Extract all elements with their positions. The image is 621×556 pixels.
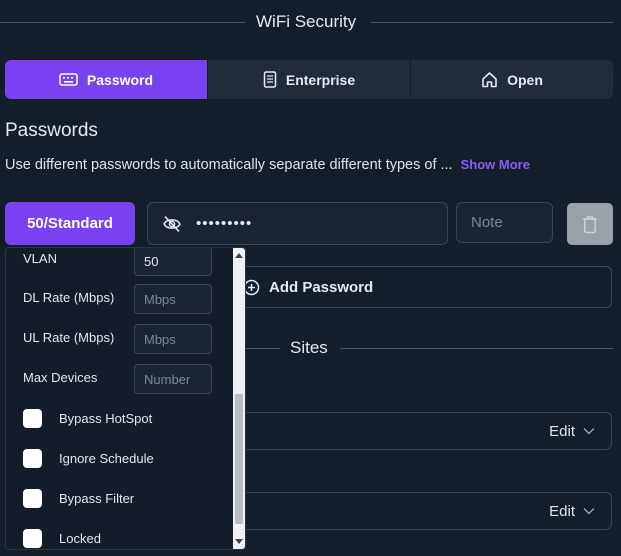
section-divider-left [0, 22, 246, 23]
sites-title: Sites [290, 338, 328, 357]
add-password-label: Add Password [269, 278, 374, 296]
tab-open-label: Open [507, 71, 543, 88]
locked-checkbox[interactable]: Locked [23, 529, 101, 548]
dropdown-scrollbar[interactable] [233, 248, 245, 549]
checkbox-label: Ignore Schedule [59, 451, 154, 466]
chevron-down-icon [583, 427, 595, 435]
home-icon [481, 71, 498, 88]
scrollbar-thumb[interactable] [235, 394, 243, 524]
edit-label[interactable]: Edit [549, 423, 575, 440]
checkbox-label: Locked [59, 531, 101, 546]
chevron-down-icon [583, 507, 595, 515]
checkbox-box[interactable] [23, 529, 42, 548]
description-text: Use different passwords to automatically… [5, 157, 453, 173]
note-input[interactable]: Note [456, 202, 553, 243]
passwords-heading: Passwords [5, 120, 98, 141]
checkbox-box[interactable] [23, 449, 42, 468]
trash-icon [582, 215, 598, 234]
ul-rate-input[interactable]: Mbps [134, 324, 212, 354]
security-type-tabs: Password Enterprise Open [5, 60, 613, 99]
show-more-link[interactable]: Show More [461, 157, 530, 172]
scroll-down-arrow-icon[interactable] [235, 539, 243, 544]
ignore-schedule-checkbox[interactable]: Ignore Schedule [23, 449, 154, 468]
max-devices-input[interactable]: Number [134, 364, 212, 394]
tab-password-label: Password [86, 71, 154, 88]
vlan-label: VLAN [23, 251, 57, 266]
bypass-filter-checkbox[interactable]: Bypass Filter [23, 489, 134, 508]
tab-open[interactable]: Open [410, 60, 613, 99]
site-row[interactable]: Edit [225, 412, 612, 450]
vlan-settings-dropdown: VLAN 50 DL Rate (Mbps) Mbps UL Rate (Mbp… [5, 247, 246, 550]
tab-enterprise-label: Enterprise [285, 71, 356, 88]
ul-rate-label: UL Rate (Mbps) [23, 330, 115, 345]
keyboard-icon [59, 73, 78, 86]
document-icon [263, 71, 277, 88]
dl-rate-input[interactable]: Mbps [134, 284, 212, 314]
bypass-hotspot-checkbox[interactable]: Bypass HotSpot [23, 409, 152, 428]
scroll-up-arrow-icon[interactable] [235, 253, 243, 258]
checkbox-label: Bypass Filter [59, 491, 135, 506]
sites-divider-right [340, 348, 613, 349]
sites-divider-left [246, 348, 280, 349]
max-devices-label: Max Devices [23, 370, 98, 385]
checkbox-box[interactable] [23, 489, 42, 508]
tab-enterprise[interactable]: Enterprise [207, 60, 410, 99]
edit-label[interactable]: Edit [549, 503, 575, 520]
passwords-description: Use different passwords to automatically… [5, 157, 530, 173]
checkbox-label: Bypass HotSpot [59, 411, 153, 426]
add-password-button[interactable]: Add Password [225, 266, 612, 308]
checkbox-box[interactable] [23, 409, 42, 428]
tab-password[interactable]: Password [5, 60, 207, 99]
dl-rate-label: DL Rate (Mbps) [23, 290, 115, 305]
delete-password-button[interactable] [567, 203, 613, 245]
password-field[interactable]: ••••••••• [147, 202, 448, 245]
section-divider-right [371, 22, 613, 23]
vlan-profile-button[interactable]: 50/Standard [5, 202, 135, 245]
section-title: WiFi Security [256, 12, 357, 31]
eye-off-icon[interactable] [162, 215, 182, 233]
vlan-input[interactable]: 50 [134, 248, 212, 276]
site-row[interactable]: Edit [225, 492, 612, 530]
password-value: ••••••••• [196, 215, 253, 232]
